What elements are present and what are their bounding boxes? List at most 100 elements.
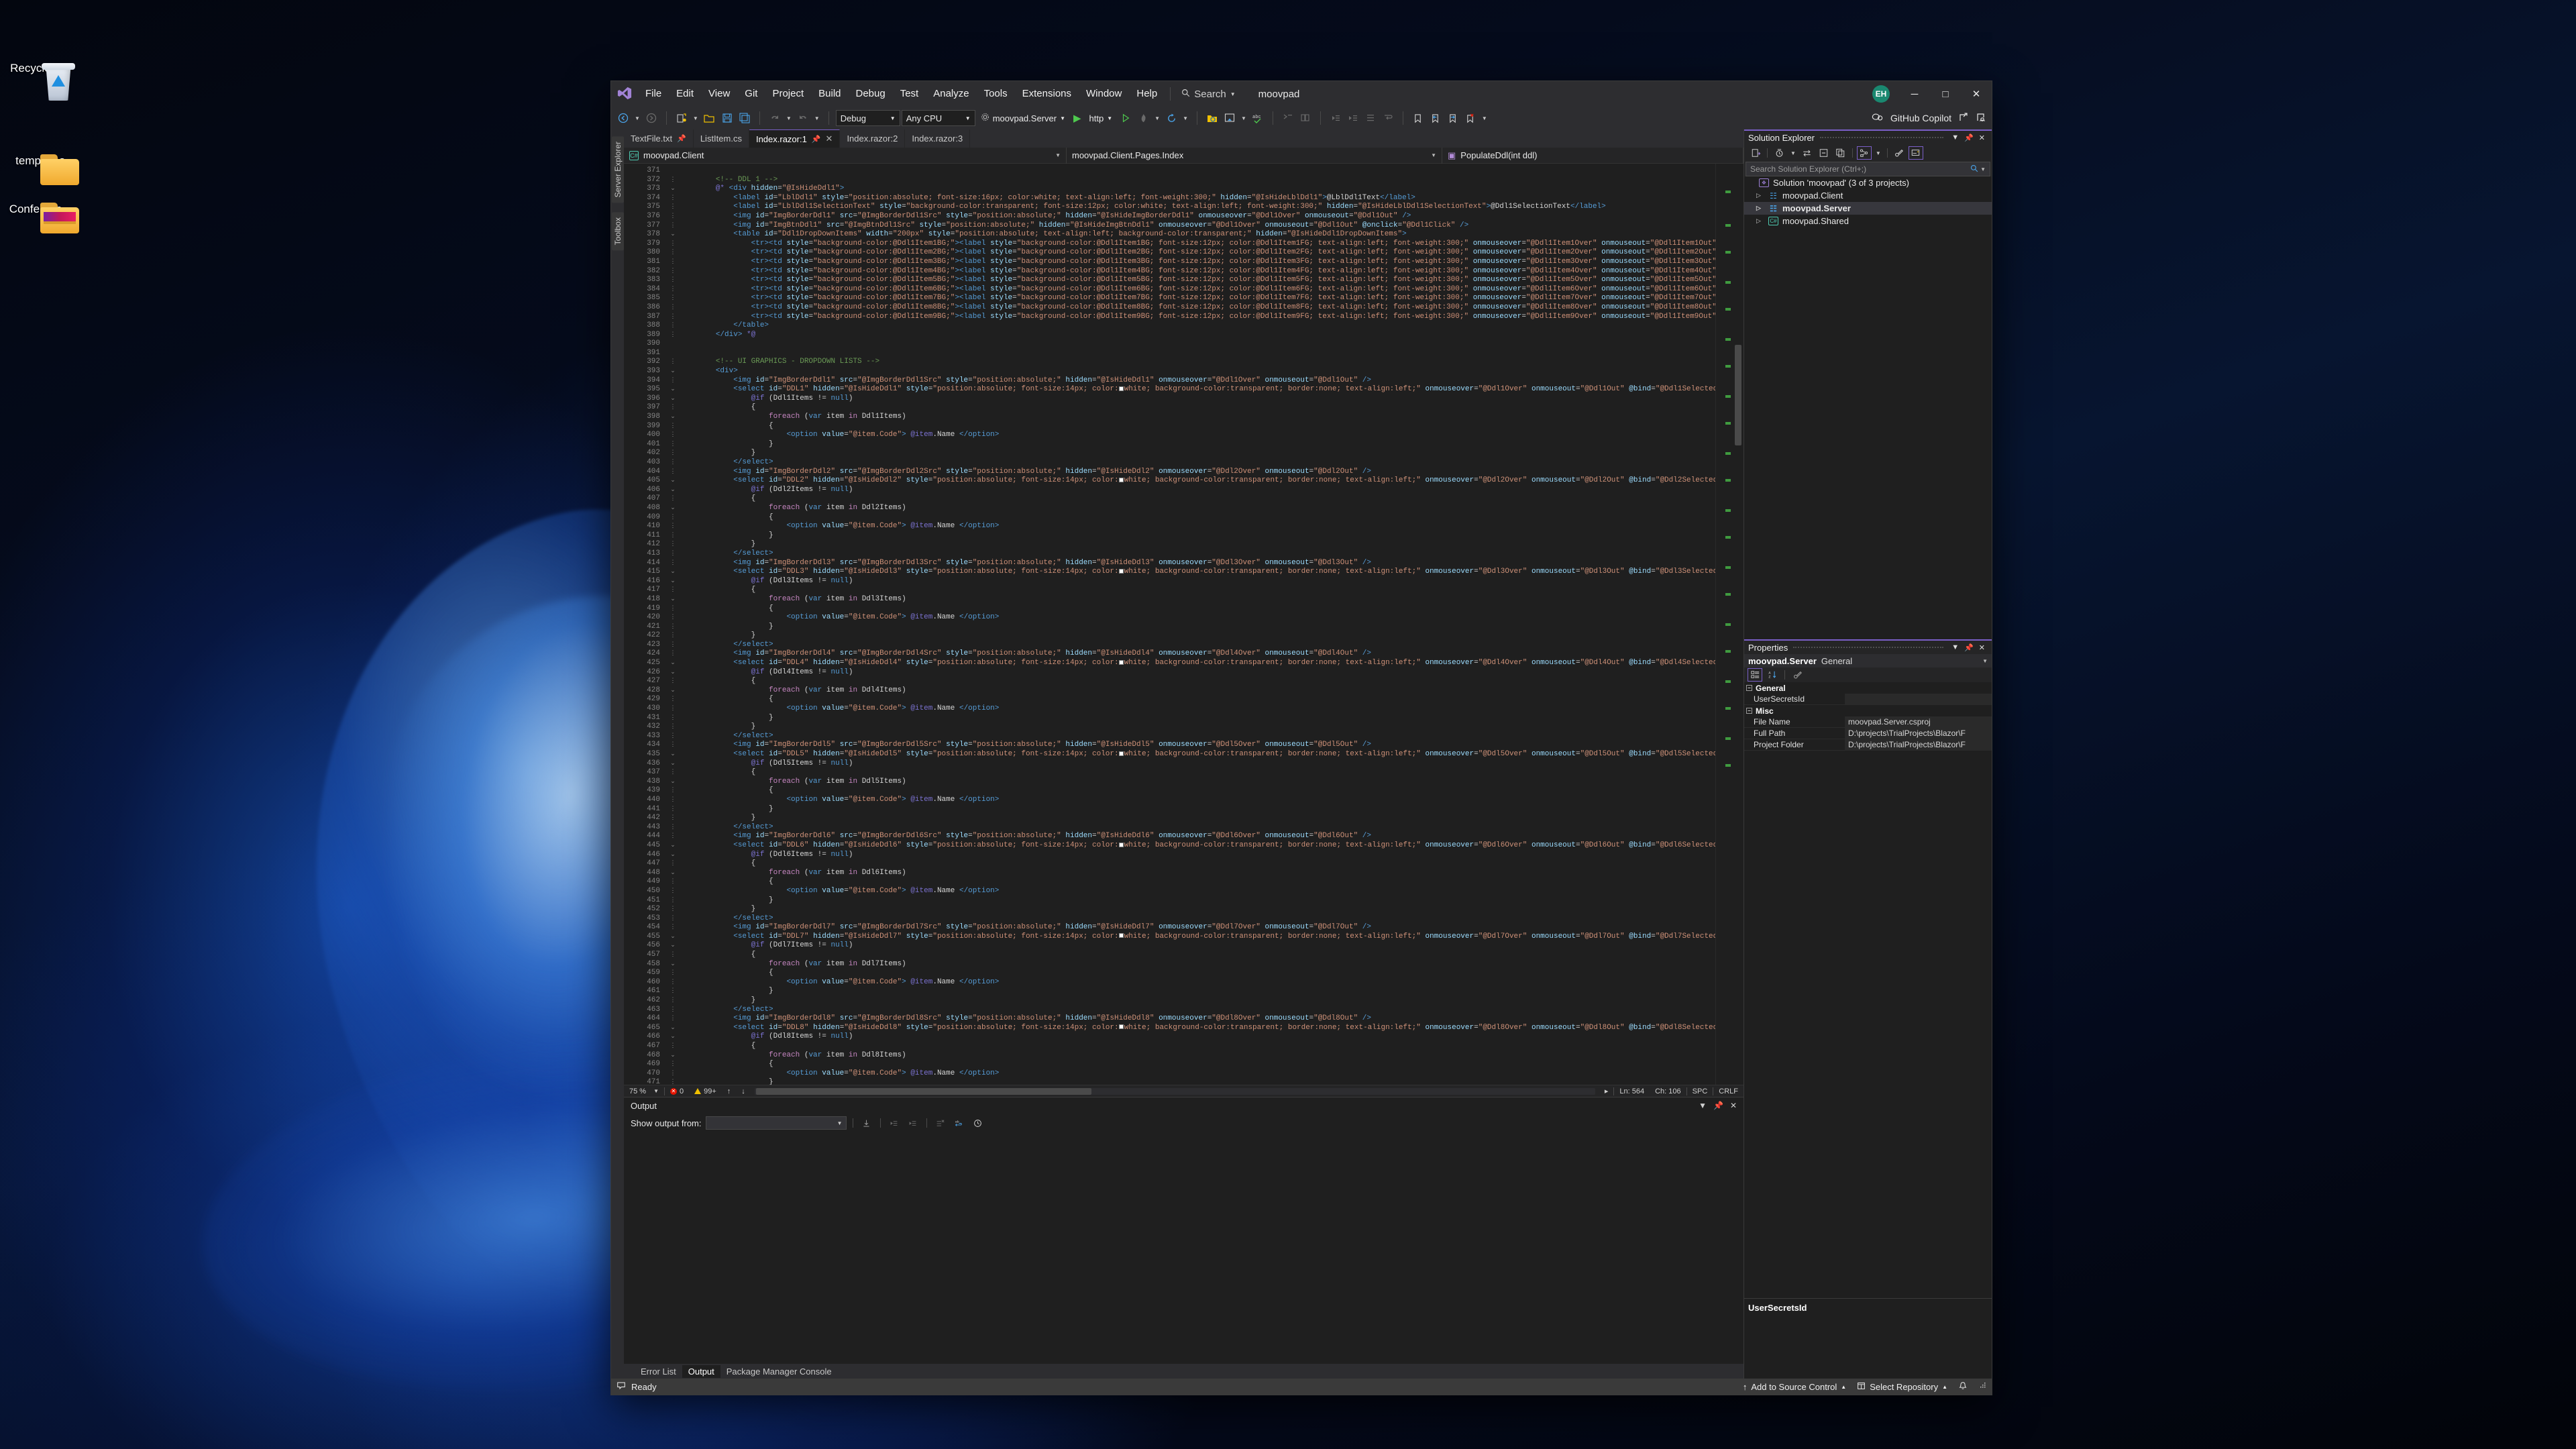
close-button[interactable]: ✕ — [1961, 81, 1992, 107]
refresh-icon[interactable] — [1163, 109, 1179, 127]
document-tab-listitem[interactable]: ListItem.cs — [693, 129, 749, 148]
pin-icon[interactable]: 📌 — [1713, 1101, 1723, 1110]
open-file-icon[interactable] — [702, 109, 718, 127]
pin-icon[interactable]: 📌 — [812, 135, 821, 144]
scrollbar-thumb[interactable] — [1735, 345, 1741, 445]
minimize-button[interactable]: ─ — [1899, 81, 1930, 107]
share-icon[interactable] — [1958, 112, 1969, 125]
tool-tab-package-manager-console[interactable]: Package Manager Console — [720, 1365, 838, 1378]
live-share-icon[interactable] — [1976, 112, 1986, 125]
menu-item-extensions[interactable]: Extensions — [1015, 84, 1079, 104]
editor-vertical-scrollbar[interactable] — [1733, 164, 1743, 1085]
document-tab-index-razor-2[interactable]: Index.razor:2 — [840, 129, 906, 148]
code-text[interactable]: <!-- DDL 1 --> @* <div hidden="@IsHideDd… — [680, 164, 1715, 1085]
new-project-icon[interactable] — [674, 109, 690, 127]
expander-icon[interactable]: ▷ — [1756, 205, 1764, 212]
chevron-down-icon[interactable]: ▼ — [1874, 150, 1883, 156]
property-pages-icon[interactable] — [1790, 668, 1805, 682]
zoom-level-combo[interactable]: 75 % ▼ — [624, 1085, 664, 1097]
tool-tab-output[interactable]: Output — [682, 1364, 720, 1378]
select-repository-button[interactable]: Select Repository ▲ — [1857, 1381, 1947, 1392]
pin-icon[interactable]: 📌 — [1962, 643, 1976, 652]
property-row[interactable]: Project Folder D:\projects\TrialProjects\… — [1744, 739, 1992, 751]
document-tab-index-razor-3[interactable]: Index.razor:3 — [905, 129, 971, 148]
chevron-down-icon[interactable]: ▼ — [1978, 166, 1986, 172]
drag-handle[interactable] — [1793, 647, 1944, 648]
copilot-label[interactable]: GitHub Copilot — [1890, 113, 1951, 123]
toggle-bookmark-icon[interactable] — [1410, 109, 1426, 127]
menu-item-test[interactable]: Test — [893, 84, 926, 104]
close-icon[interactable]: ✕ — [1976, 133, 1988, 142]
navbar-type-selector[interactable]: moovpad.Client.Pages.Index ▼ — [1067, 147, 1442, 164]
properties-object-selector[interactable]: moovpad.Server General ▼ — [1744, 654, 1992, 667]
close-icon[interactable]: ✕ — [1730, 1101, 1737, 1110]
launch-profile-selector[interactable]: http ▼ — [1085, 113, 1117, 123]
menu-item-tools[interactable]: Tools — [977, 84, 1015, 104]
next-bookmark-icon[interactable] — [1445, 109, 1461, 127]
code-editor[interactable]: 371 372 373 374 375 376 377 378 379 380 381 382 383 3… — [624, 164, 1743, 1223]
chevron-down-icon[interactable]: ▼ — [633, 115, 642, 121]
add-to-source-control-button[interactable]: ↑ Add to Source Control ▲ — [1743, 1382, 1846, 1392]
error-count[interactable]: ✕ 0 — [665, 1085, 689, 1097]
properties-group-header[interactable]: − General — [1744, 682, 1992, 694]
desktop-icon-recycle-bin[interactable]: Recycle Bin — [0, 62, 80, 101]
menu-item-build[interactable]: Build — [811, 84, 848, 104]
panel-menu-icon[interactable]: ▼ — [1949, 133, 1962, 142]
drag-handle[interactable] — [1820, 137, 1944, 138]
navigate-backward-icon[interactable] — [615, 109, 631, 127]
toolbar-overflow-icon[interactable]: ▼ — [1480, 115, 1489, 121]
indentation-indicator[interactable]: SPC — [1687, 1085, 1713, 1097]
desktop-icon-templates[interactable]: templates — [0, 154, 80, 185]
desktop-icon-conference[interactable]: Conferenc... — [0, 203, 80, 233]
property-row[interactable]: File Name moovpad.Server.csproj — [1744, 716, 1992, 728]
line-endings-indicator[interactable]: CRLF — [1713, 1085, 1743, 1097]
rail-tab-server-explorer[interactable]: Server Explorer — [611, 136, 624, 203]
property-value[interactable]: moovpad.Server.csproj — [1845, 716, 1992, 728]
navbar-member-selector[interactable]: ▣ PopulateDdl(int ddl) — [1442, 147, 1743, 164]
tool-tab-error-list[interactable]: Error List — [635, 1365, 682, 1378]
save-all-icon[interactable] — [737, 109, 753, 127]
collapse-all-icon[interactable] — [1817, 146, 1831, 160]
properties-group-header[interactable]: − Misc — [1744, 705, 1992, 716]
save-icon[interactable] — [719, 109, 735, 127]
find-in-files-icon[interactable] — [1204, 109, 1220, 127]
resize-grip-icon[interactable] — [1978, 1382, 1986, 1392]
spell-check-icon[interactable]: abc — [1250, 109, 1266, 127]
property-value[interactable]: D:\projects\TrialProjects\Blazor\F — [1845, 739, 1992, 751]
properties-grid[interactable]: − General UserSecretsId − Misc File Name moovp… — [1744, 682, 1992, 1298]
chevron-down-icon[interactable]: ▼ — [1788, 150, 1798, 156]
global-search-button[interactable]: Search ▼ — [1176, 87, 1240, 101]
close-icon[interactable]: ✕ — [826, 133, 833, 144]
menu-item-edit[interactable]: Edit — [669, 84, 701, 104]
solution-tree-item[interactable]: ❖ Solution 'moovpad' (3 of 3 projects) — [1744, 176, 1992, 189]
solution-platform-combo[interactable]: Any CPU ▼ — [901, 110, 975, 126]
rail-tab-toolbox[interactable]: Toolbox — [611, 212, 624, 251]
collapse-icon[interactable]: − — [1746, 685, 1752, 691]
menu-item-view[interactable]: View — [701, 84, 737, 104]
notifications-icon[interactable] — [1958, 1381, 1968, 1393]
menu-item-debug[interactable]: Debug — [849, 84, 893, 104]
menu-item-analyze[interactable]: Analyze — [926, 84, 976, 104]
view-class-diagram-icon[interactable] — [1856, 146, 1872, 160]
categorized-view-icon[interactable] — [1748, 668, 1762, 682]
code-folding-column[interactable]: ⋮ ⌄ ⋮ ⋮ ⋮ ⋮ ⌄ ⋮ ⋮ ⋮ ⋮ ⋮ ⋮ ⋮ ⋮ ⋮ ⋮ ⋮ ⋮ ⌄ ⋮ ⌄ ⌄ ⋮ ⌄ ⋮ ⋮ ⋮ ⋮ ⋮ ⋮ ⌄ ⌄ ⋮ ⌄ ⋮ ⋮ ⋮ ⋮… — [665, 164, 680, 1222]
pin-icon[interactable]: 📌 — [677, 134, 686, 143]
scrollbar-thumb[interactable] — [755, 1087, 1091, 1095]
document-tab-index-razor-1[interactable]: Index.razor:1 📌 ✕ — [749, 129, 841, 148]
property-value[interactable] — [1845, 693, 1992, 705]
editor-horizontal-scrollbar[interactable] — [754, 1087, 1595, 1095]
previous-bookmark-icon[interactable] — [1428, 109, 1444, 127]
menu-item-window[interactable]: Window — [1079, 84, 1129, 104]
solution-tree-item[interactable]: ▷ ☷ moovpad.Client — [1744, 189, 1992, 202]
close-icon[interactable]: ✕ — [1976, 643, 1988, 652]
chevron-down-icon[interactable]: ▼ — [1239, 115, 1248, 121]
show-all-files-icon[interactable] — [1833, 146, 1848, 160]
navbar-project-selector[interactable]: C# moovpad.Client ▼ — [624, 147, 1067, 164]
menu-item-project[interactable]: Project — [765, 84, 811, 104]
search-icon[interactable] — [1970, 164, 1978, 174]
startup-project-selector[interactable]: moovpad.Server ▼ — [977, 113, 1069, 123]
start-debugging-button[interactable]: ▶ — [1071, 112, 1084, 124]
avatar[interactable]: EH — [1872, 85, 1890, 103]
previous-issue-button[interactable]: ↑ — [722, 1085, 737, 1097]
document-tab-textfile[interactable]: TextFile.txt 📌 — [624, 129, 694, 148]
